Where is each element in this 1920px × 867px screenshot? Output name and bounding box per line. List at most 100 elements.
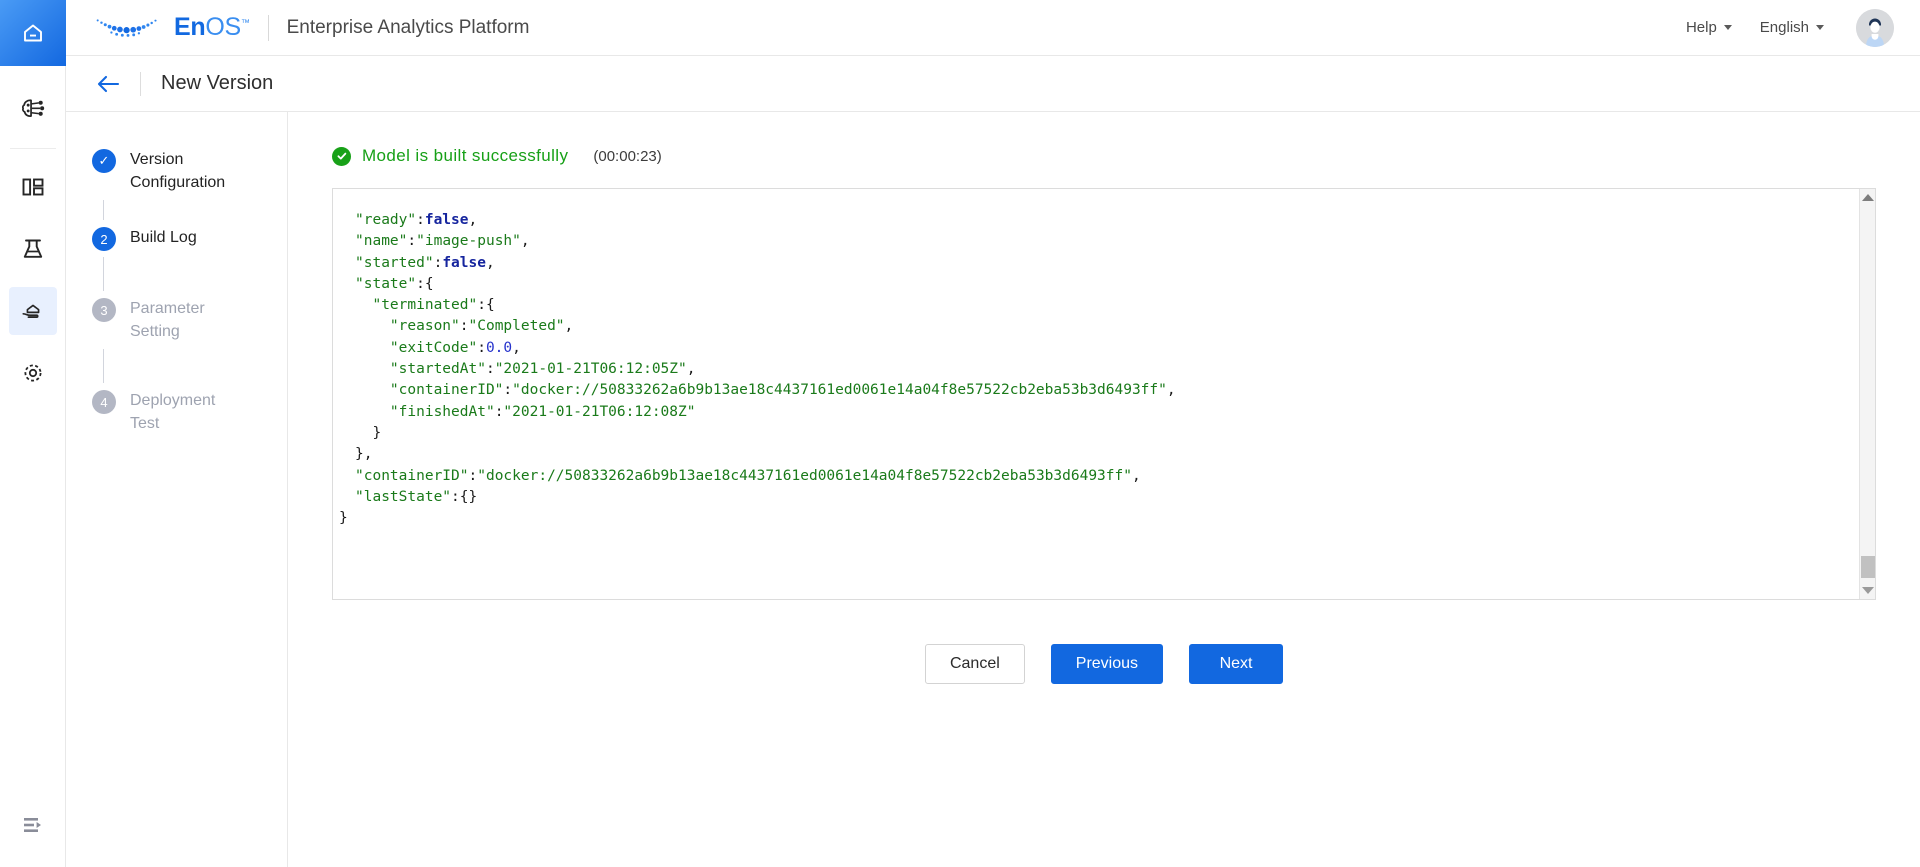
log-line: } [339, 508, 1853, 529]
log-token-punc: } [339, 510, 348, 527]
app-root: EnOS™ Enterprise Analytics Platform Help… [0, 0, 1920, 867]
triangle-down-icon [1861, 587, 1874, 594]
log-token-punc: : [407, 233, 417, 250]
dashboard-icon [22, 178, 43, 196]
enos-wordmark: EnOS™ [174, 15, 250, 40]
model-serving-icon [21, 304, 39, 318]
back-button[interactable] [94, 70, 122, 98]
log-token-key: "containerID" [355, 467, 469, 484]
left-nav-rail [0, 0, 66, 867]
previous-button[interactable]: Previous [1050, 644, 1164, 684]
log-token-punc: : [485, 361, 495, 378]
step-label: Version Configuration [130, 151, 226, 191]
log-line: "startedAt":"2021-01-21T06:12:05Z", [355, 359, 1853, 380]
log-token-punc: :{ [477, 297, 495, 314]
check-circle-icon [332, 146, 351, 166]
log-token-punc: : [477, 339, 486, 356]
language-menu[interactable]: English [1760, 19, 1824, 36]
wizard-step-2[interactable]: 2 Build Log [92, 226, 287, 251]
log-token-key: "containerID" [355, 382, 504, 399]
log-line: "started":false, [355, 253, 1853, 274]
log-line: ] [333, 529, 1853, 550]
expand-panel-icon [23, 818, 41, 832]
collapse-sidebar-button[interactable] [9, 801, 57, 849]
log-line: "finishedAt":"2021-01-21T06:12:08Z" [355, 402, 1853, 423]
build-status-message: Model is built successfully [362, 146, 569, 165]
help-menu-label: Help [1685, 19, 1717, 36]
scroll-down-button[interactable] [1860, 582, 1876, 599]
wizard-step-3[interactable]: 3 Parameter Setting [92, 297, 287, 343]
log-line: "containerID":"docker://50833262a6b9b13a… [355, 380, 1853, 401]
user-avatar-icon [1856, 8, 1894, 47]
sidebar-item-dashboard[interactable] [9, 163, 57, 211]
log-line: "containerID":"docker://50833262a6b9b13a… [355, 466, 1853, 487]
step-connector [103, 257, 104, 291]
log-token-punc: , [686, 361, 696, 378]
rail-divider [9, 148, 56, 149]
home-button[interactable] [0, 0, 66, 66]
log-token-key: "startedAt" [355, 361, 486, 378]
build-status: Model is built successfully (00:00:23) [332, 146, 1876, 166]
log-line: "exitCode":0.0, [355, 338, 1853, 359]
step-connector [103, 349, 104, 383]
log-token-punc: :{ [416, 275, 434, 292]
arrow-left-icon [97, 75, 120, 92]
build-log-text[interactable]: , "ready":false, "name":"image-push", "star… [333, 189, 1859, 599]
log-token-str: "2021-01-21T06:12:08Z" [503, 403, 696, 420]
build-log-scrollbar[interactable] [1859, 189, 1875, 599]
settings-gear-icon [24, 364, 41, 382]
lab-flask-icon [23, 239, 42, 258]
logo-text-en: En [174, 13, 206, 41]
cancel-button[interactable]: Cancel [924, 644, 1025, 684]
wizard-step-4[interactable]: 4 Deployment Test [92, 389, 287, 435]
scroll-up-button[interactable] [1860, 189, 1876, 206]
brand-logo[interactable]: EnOS™ [92, 13, 250, 43]
log-token-punc: } [355, 424, 382, 441]
log-token-num: 0.0 [485, 339, 513, 356]
log-token-punc: :{} [451, 488, 478, 505]
scrollbar-thumb[interactable] [1860, 556, 1875, 578]
next-button[interactable]: Next [1189, 644, 1284, 684]
log-token-bool: false [424, 212, 469, 228]
page-body: ✓ Version Configuration 2 Build Log 3 Paramet… [66, 112, 1920, 867]
log-token-punc: , [355, 201, 417, 210]
log-token-key: "lastState" [355, 488, 452, 505]
step-marker: 3 [92, 298, 116, 322]
avatar[interactable] [1856, 8, 1894, 47]
language-menu-label: English [1759, 19, 1809, 36]
log-token-punc: , [468, 212, 478, 228]
wizard-stepper: ✓ Version Configuration 2 Build Log 3 Paramet… [66, 112, 288, 867]
help-menu[interactable]: Help [1686, 19, 1732, 36]
sidebar-item-ai-model[interactable] [9, 84, 57, 132]
log-token-key: "state" [355, 275, 417, 292]
logo-text-os: OS [205, 13, 241, 41]
sidebar-item-settings[interactable] [9, 349, 57, 397]
log-line: "name":"image-push", [355, 231, 1853, 252]
log-token-key: "ready" [355, 212, 417, 228]
build-log-content: Model is built successfully (00:00:23) ,… [288, 112, 1920, 867]
sidebar-item-lab[interactable] [9, 225, 57, 273]
page-title: New Version [161, 72, 274, 94]
enos-logo-mark [96, 18, 157, 37]
log-line: "state":{ [355, 274, 1853, 295]
log-line: "lastState":{} [355, 487, 1853, 508]
log-token-key: "started" [355, 254, 434, 271]
log-token-str: "Completed" [468, 318, 565, 335]
log-token-punc: , [1131, 467, 1141, 484]
ai-model-icon [21, 98, 45, 117]
home-icon [23, 24, 42, 42]
log-token-punc: , [564, 318, 574, 335]
log-token-str: "2021-01-21T06:12:05Z" [494, 361, 687, 378]
scrollbar-track[interactable] [1860, 206, 1876, 582]
log-token-bool: false [442, 254, 486, 271]
log-token-punc: , [520, 233, 530, 250]
chevron-down-icon [1816, 25, 1824, 30]
log-line: , [355, 199, 1853, 210]
log-token-punc: : [503, 382, 513, 399]
wizard-step-1[interactable]: ✓ Version Configuration [92, 148, 287, 194]
sidebar-item-model-serving[interactable] [8, 287, 57, 335]
step-connector [103, 200, 104, 220]
page-header: New Version [66, 56, 1920, 112]
step-marker: 4 [92, 390, 116, 414]
log-token-key: "exitCode" [355, 339, 478, 356]
